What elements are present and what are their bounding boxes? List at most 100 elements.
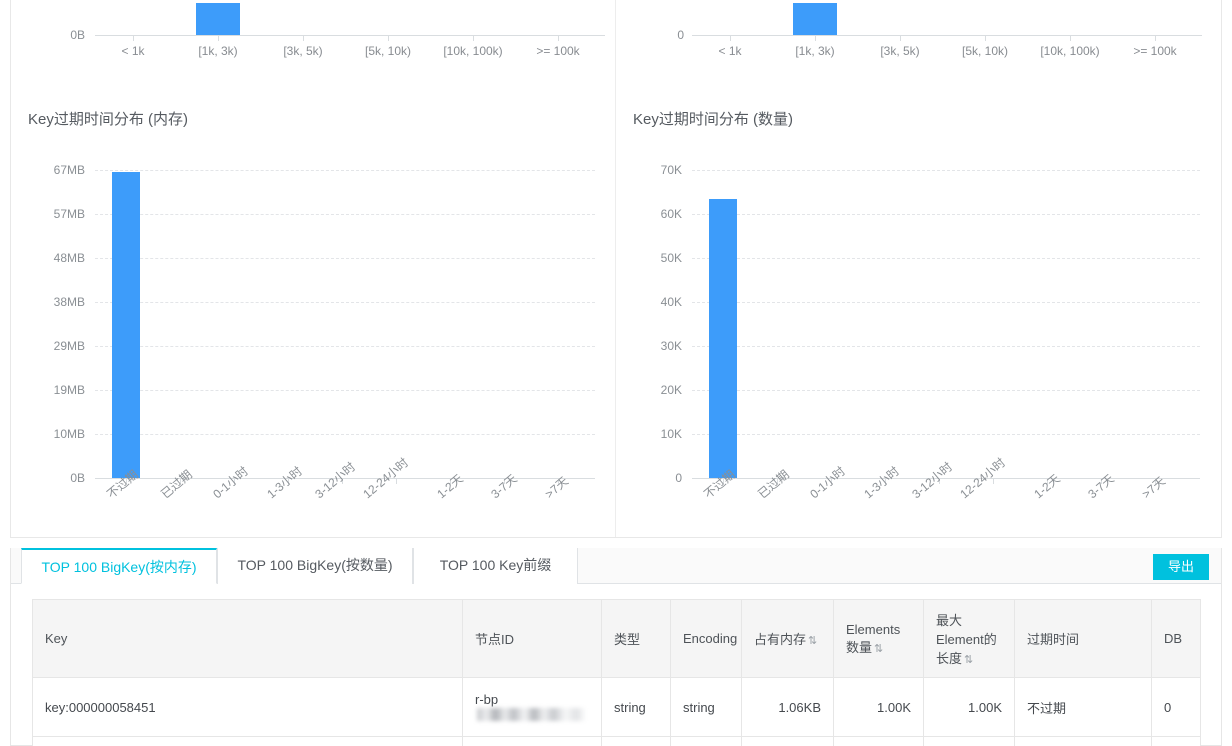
bar-no-expire bbox=[709, 199, 737, 478]
column-label: 类型 bbox=[614, 632, 641, 647]
tab-top100-bigkey-by-memory[interactable]: TOP 100 BigKey(按内存) bbox=[21, 548, 217, 584]
column-header-expire-time: 过期时间 bbox=[1014, 599, 1152, 678]
charts-panel: 0B < 1k [1k, 3k) [3k, 5k) [5k, 10k) [10k… bbox=[10, 0, 1222, 538]
y-tick-10k: 10K bbox=[660, 427, 682, 441]
x-tickmark bbox=[558, 36, 559, 41]
bar-1k-3k bbox=[196, 3, 240, 35]
x-label-10k-100k: [10k, 100k) bbox=[1040, 44, 1100, 58]
cell-type: string bbox=[601, 677, 671, 737]
gridline-30k bbox=[692, 346, 1200, 347]
tab-top100-key-prefix[interactable]: TOP 100 Key前缀 bbox=[413, 548, 578, 584]
gridline-19mb bbox=[95, 390, 595, 391]
y-tick-0b: 0B bbox=[70, 471, 85, 485]
tab-label: TOP 100 BigKey(按数量) bbox=[237, 557, 393, 573]
gridline-67mb bbox=[95, 170, 595, 171]
export-button[interactable]: 导出 bbox=[1153, 554, 1209, 580]
y-tick-0: 0 bbox=[675, 471, 682, 485]
chart-title-expire-memory: Key过期时间分布 (内存) bbox=[28, 111, 189, 128]
x-label-5k-10k: [5k, 10k) bbox=[961, 44, 1009, 58]
y-tick-70k: 70K bbox=[660, 163, 682, 177]
cell-memory: 1.06KB bbox=[741, 677, 834, 737]
y-tick-50k: 50K bbox=[660, 251, 682, 265]
cell-node-id: r-bp bbox=[462, 736, 602, 746]
y-tick-30k: 30K bbox=[660, 339, 682, 353]
bar-no-expire bbox=[112, 172, 140, 478]
cell-elements-count: 1.00K bbox=[833, 736, 924, 746]
column-label: 节点ID bbox=[475, 632, 515, 647]
x-label-3k-5k: [3k, 5k) bbox=[283, 44, 323, 58]
node-id-masked bbox=[477, 708, 585, 721]
column-header-node-id: 节点ID bbox=[462, 599, 602, 678]
x-label-3-12h: 3-12小时 bbox=[312, 459, 359, 502]
x-axis-line bbox=[95, 35, 605, 36]
y-tick-zero: 0B bbox=[70, 28, 85, 42]
column-header-memory[interactable]: 占有内存 ⇅ bbox=[741, 599, 834, 678]
x-label-0-1h: 0-1小时 bbox=[210, 463, 251, 502]
x-tickmark bbox=[133, 36, 134, 41]
x-label-0-1h: 0-1小时 bbox=[807, 463, 848, 502]
gridline-48mb bbox=[95, 258, 595, 259]
y-tick-zero: 0 bbox=[677, 28, 684, 42]
x-label-3-7d: 3-7天 bbox=[1085, 471, 1117, 502]
x-tickmark bbox=[1155, 36, 1156, 41]
column-header-type: 类型 bbox=[601, 599, 671, 678]
x-label-lt-1k: < 1k bbox=[121, 44, 145, 58]
column-header-max-element-length[interactable]: 最大Element的长度 ⇅ bbox=[923, 599, 1015, 678]
gridline-10mb bbox=[95, 434, 595, 435]
sort-icon[interactable]: ⇅ bbox=[808, 635, 817, 647]
y-tick-38mb: 38MB bbox=[53, 295, 85, 309]
column-label: Encoding bbox=[683, 631, 738, 646]
sort-icon[interactable]: ⇅ bbox=[964, 654, 973, 666]
x-label-1-3h: 1-3小时 bbox=[861, 463, 902, 502]
cell-encoding: string bbox=[670, 677, 742, 737]
node-id-prefix: r-bp bbox=[475, 692, 499, 707]
sort-icon[interactable]: ⇅ bbox=[874, 643, 883, 655]
x-label-3k-5k: [3k, 5k) bbox=[880, 44, 920, 58]
cell-type: string bbox=[601, 736, 671, 746]
tab-bar: TOP 100 BigKey(按内存) TOP 100 BigKey(按数量) … bbox=[11, 548, 1221, 584]
x-label-1k-3k: [1k, 3k) bbox=[198, 44, 238, 58]
tab-top100-bigkey-by-count[interactable]: TOP 100 BigKey(按数量) bbox=[217, 548, 413, 584]
tab-label: TOP 100 Key前缀 bbox=[439, 557, 552, 573]
x-tickmark bbox=[388, 36, 389, 41]
column-label: 占有内存 bbox=[754, 632, 807, 647]
y-tick-60k: 60K bbox=[660, 207, 682, 221]
x-label-gt-7d: >7天 bbox=[1139, 474, 1168, 502]
y-tick-40k: 40K bbox=[660, 295, 682, 309]
x-label-1-3h: 1-3小时 bbox=[264, 463, 305, 502]
gridline-20k bbox=[692, 390, 1200, 391]
left-chart-column: 0B < 1k [1k, 3k) [3k, 5k) [5k, 10k) [10k… bbox=[11, 0, 616, 537]
cell-max-element-length: 1.00K bbox=[923, 736, 1015, 746]
y-tick-48mb: 48MB bbox=[53, 251, 85, 265]
table-header-row: Key 节点ID 类型 Encoding 占有内存 ⇅ Elements数量 ⇅ 最… bbox=[32, 599, 1201, 678]
column-header-encoding: Encoding bbox=[670, 599, 742, 678]
gridline-38mb bbox=[95, 302, 595, 303]
y-tick-20k: 20K bbox=[660, 383, 682, 397]
x-label-3-7d: 3-7天 bbox=[488, 471, 520, 502]
x-label-expired: 已过期 bbox=[158, 467, 195, 502]
cell-key: key:000000058451 bbox=[32, 677, 463, 737]
gridline-40k bbox=[692, 302, 1200, 303]
cell-elements-count: 1.00K bbox=[833, 677, 924, 737]
x-tickmark bbox=[473, 36, 474, 41]
page-root: 0B < 1k [1k, 3k) [3k, 5k) [5k, 10k) [10k… bbox=[0, 0, 1232, 746]
column-header-elements-count[interactable]: Elements数量 ⇅ bbox=[833, 599, 924, 678]
bigkey-table: Key 节点ID 类型 Encoding 占有内存 ⇅ Elements数量 ⇅ 最… bbox=[32, 599, 1201, 746]
cell-expire-time: 不过期 bbox=[1014, 736, 1152, 746]
column-label: Key bbox=[45, 631, 68, 646]
gridline-10k bbox=[692, 434, 1200, 435]
y-tick-19mb: 19MB bbox=[53, 383, 85, 397]
x-label-no-expire: 不过期 bbox=[701, 467, 738, 502]
y-tick-29mb: 29MB bbox=[53, 339, 85, 353]
cell-node-id: r-bp bbox=[462, 677, 602, 737]
cell-db: 0 bbox=[1151, 677, 1201, 737]
x-label-1-2d: 1-2天 bbox=[434, 471, 466, 502]
x-label-10k-100k: [10k, 100k) bbox=[443, 44, 503, 58]
cell-key: key:000000019039 bbox=[32, 736, 463, 746]
x-label-lt-1k: < 1k bbox=[718, 44, 742, 58]
column-label: DB bbox=[1164, 631, 1183, 646]
gridline-50k bbox=[692, 258, 1200, 259]
table-row: key:000000058451 r-bp string string 1.06… bbox=[32, 677, 1201, 737]
x-tickmark bbox=[1070, 36, 1071, 41]
x-label-1-2d: 1-2天 bbox=[1031, 471, 1063, 502]
